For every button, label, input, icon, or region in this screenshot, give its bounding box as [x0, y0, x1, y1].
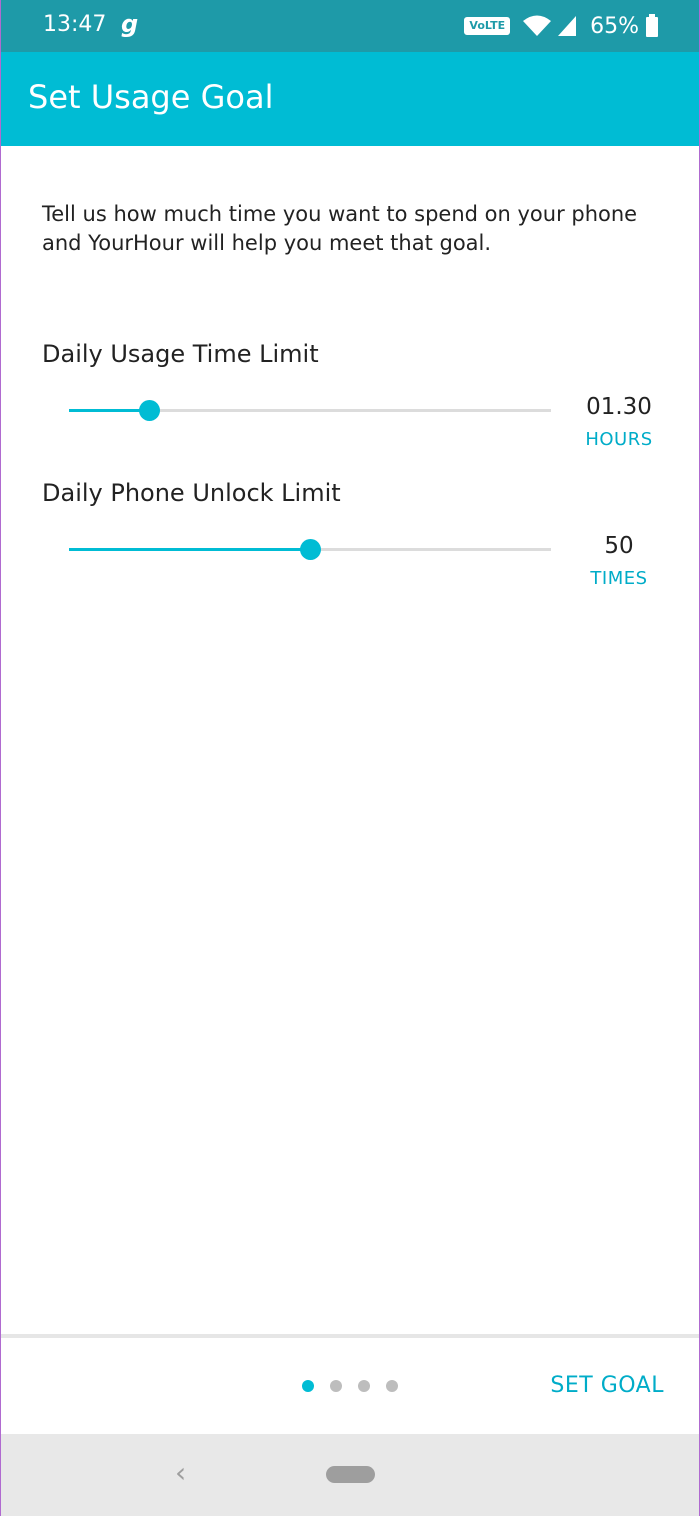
page-dot — [358, 1380, 370, 1392]
status-time: 13:47 — [43, 12, 107, 37]
slider-fill — [69, 409, 150, 412]
usage-limit-label: Daily Usage Time Limit — [42, 340, 319, 368]
signal-icon — [558, 16, 577, 36]
slider-fill — [69, 548, 310, 551]
page-dot — [330, 1380, 342, 1392]
divider — [1, 1334, 699, 1338]
usage-limit-slider[interactable] — [69, 400, 551, 421]
home-icon[interactable] — [326, 1466, 375, 1483]
navigation-bar: ‹ — [1, 1434, 699, 1516]
usage-limit-value: 01.30 — [586, 394, 652, 420]
battery-percent: 65% — [590, 13, 639, 39]
set-goal-button[interactable]: SET GOAL — [550, 1373, 664, 1398]
volte-badge: VoLTE — [464, 17, 511, 35]
slider-thumb[interactable] — [139, 400, 161, 421]
notification-icon: g — [121, 10, 139, 38]
wifi-icon — [523, 15, 552, 36]
unlock-limit-value: 50 — [604, 533, 634, 559]
unlock-limit-unit: TIMES — [590, 568, 648, 589]
page-title: Set Usage Goal — [28, 78, 274, 116]
app-bar: Set Usage Goal — [1, 52, 699, 146]
page-indicator — [302, 1380, 414, 1392]
status-bar: 13:47 g VoLTE 65% — [1, 0, 699, 52]
back-icon[interactable]: ‹ — [175, 1456, 186, 1489]
page-dot — [386, 1380, 398, 1392]
page-dot — [302, 1380, 314, 1392]
usage-limit-unit: HOURS — [585, 429, 653, 450]
unlock-limit-label: Daily Phone Unlock Limit — [42, 479, 341, 507]
battery-icon — [646, 14, 658, 37]
slider-thumb[interactable] — [300, 539, 321, 560]
unlock-limit-slider[interactable] — [69, 539, 551, 560]
description-text: Tell us how much time you want to spend … — [42, 202, 638, 255]
status-indicators: VoLTE 65% — [464, 10, 659, 42]
